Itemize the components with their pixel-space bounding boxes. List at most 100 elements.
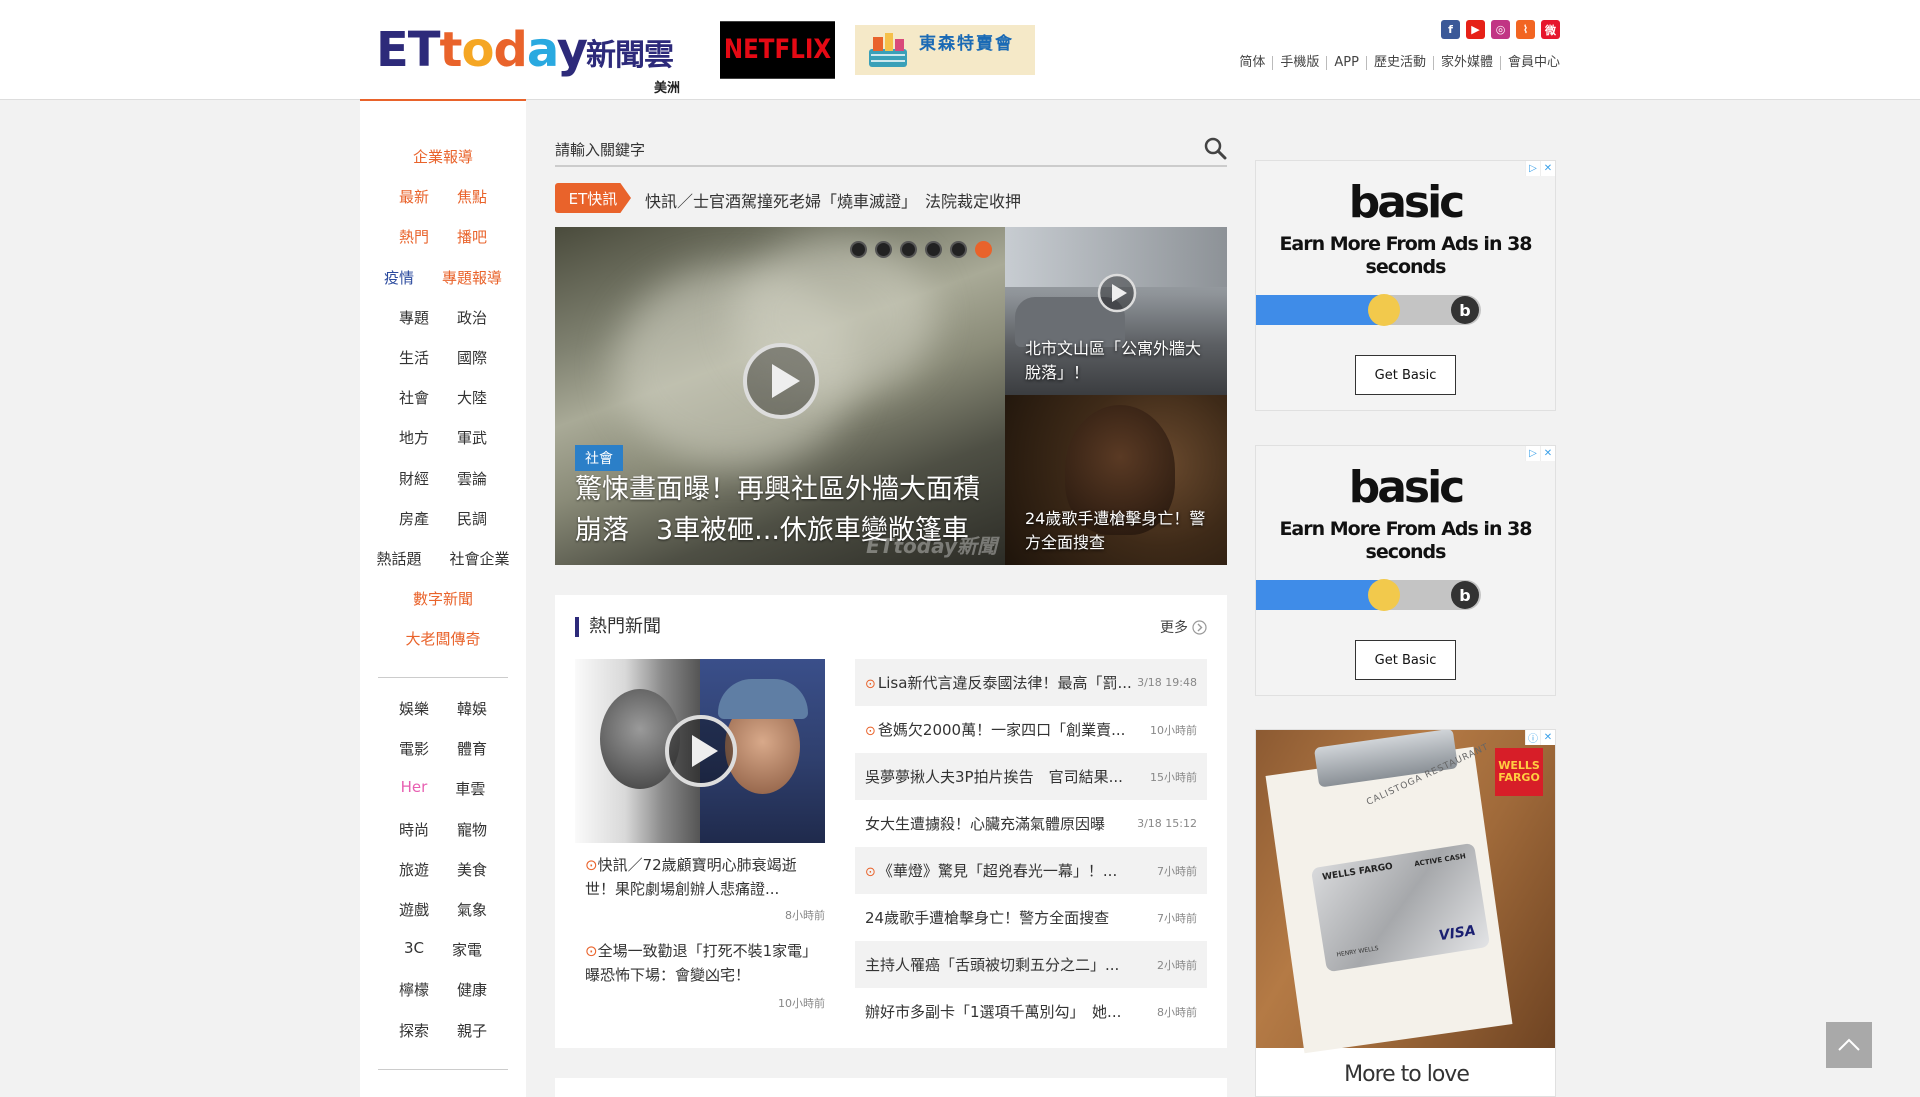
nav-item[interactable]: 疫情 (384, 267, 414, 288)
top-link[interactable]: 會員中心 (1499, 56, 1560, 70)
ticker-headline[interactable]: 快訊／士官酒駕撞死老婦「燒車滅證」 法院裁定收押 (645, 188, 1021, 212)
top-link[interactable]: 手機版 (1272, 56, 1326, 70)
nav-item[interactable]: 熱話題 (376, 548, 421, 569)
side-story-1[interactable]: 北市文山區「公寓外牆大脫落」！ (1005, 227, 1227, 395)
nav-item[interactable]: 最新 (399, 186, 429, 207)
hot-list-item[interactable]: 吳夢夢揪人夫3P拍片挨告 官司結果... 15小時前 (855, 753, 1207, 800)
more-link[interactable]: 更多 (1160, 617, 1207, 637)
nav-item[interactable]: 車雲 (455, 778, 485, 799)
nav-item[interactable]: 韓娛 (457, 698, 487, 719)
hot-list-item[interactable]: ⊙ 《華燈》驚見「超兇春光一幕」！... 7小時前 (855, 847, 1207, 894)
nav-item[interactable]: 氣象 (457, 899, 487, 920)
top-link[interactable]: 简体 (1232, 56, 1272, 70)
hero-category-tag[interactable]: 社會 (575, 445, 623, 471)
nav-item[interactable]: 國際 (457, 347, 487, 368)
nav-item[interactable]: 地方 (399, 427, 429, 448)
ettoday-logo[interactable]: ETtoday 新聞雲 (376, 22, 681, 78)
play-icon[interactable] (742, 342, 820, 420)
nav-item[interactable]: 大陸 (457, 387, 487, 408)
nav-item[interactable]: 生活 (399, 347, 429, 368)
nav-item[interactable]: 體育 (457, 738, 487, 759)
hot-story-time: 8小時前 (785, 909, 825, 922)
basic-logo-icon: b (1451, 296, 1479, 324)
nav-item[interactable]: 專題報導 (442, 267, 502, 288)
rss-icon[interactable]: ⌇ (1516, 20, 1535, 39)
hot-list-item[interactable]: 女大生遭擄殺！心臟充滿氣體原因曝 3/18 15:12 (855, 800, 1207, 847)
nav-item[interactable]: 熱門 (399, 226, 429, 247)
get-basic-button[interactable]: Get Basic (1355, 640, 1456, 680)
top-link[interactable]: 家外媒體 (1432, 56, 1500, 70)
back-to-top-button[interactable] (1826, 1022, 1872, 1068)
slide-dot[interactable] (950, 241, 967, 258)
play-icon[interactable] (663, 713, 739, 789)
youtube-icon[interactable]: ▶ (1466, 20, 1485, 39)
nav-item[interactable]: 檸檬 (399, 979, 429, 1000)
nav-row: 娛樂 韓娛 (360, 698, 526, 719)
nav-item[interactable]: 焦點 (457, 186, 487, 207)
top-link[interactable]: APP (1326, 56, 1366, 70)
nav-item[interactable]: 財經 (399, 468, 429, 489)
close-icon[interactable]: ✕ (1540, 446, 1555, 461)
slide-dot[interactable] (975, 241, 992, 258)
nav-item[interactable]: 軍武 (457, 427, 487, 448)
hot-list-item[interactable]: ⊙ Lisa新代言違反泰國法律！最高「罰... 3/18 19:48 (855, 659, 1207, 706)
netflix-banner[interactable]: NETFLIX (720, 21, 835, 79)
nav-item[interactable]: 健康 (457, 979, 487, 1000)
facebook-icon[interactable]: f (1441, 20, 1460, 39)
nav-item[interactable]: 旅遊 (399, 859, 429, 880)
nav-item[interactable]: 大老闆傳奇 (405, 628, 480, 649)
adchoices-icon[interactable]: ▷ (1525, 446, 1540, 461)
nav-item[interactable]: 親子 (457, 1020, 487, 1041)
play-icon[interactable] (1097, 273, 1137, 313)
basic-ad-1[interactable]: ▷ ✕ basic Earn More From Ads in 38 secon… (1255, 160, 1556, 411)
nav-item[interactable]: 房產 (399, 508, 429, 529)
nav-item[interactable]: 政治 (457, 307, 487, 328)
hot-list-item[interactable]: 辦好市多副卡「1選項千萬別勾」 她... 8小時前 (855, 988, 1207, 1035)
slide-dot[interactable] (900, 241, 917, 258)
nav-item[interactable]: 播吧 (457, 226, 487, 247)
tokyu-sale-banner[interactable]: 東森特賣會 (855, 25, 1035, 75)
hero-slide[interactable]: 社會 驚悚畫面曝！再興社區外牆大面積崩落 3車被砸...休旅車變敞篷車 ETto… (555, 227, 1005, 565)
nav-item[interactable]: 探索 (399, 1020, 429, 1041)
hot-news-image[interactable] (575, 659, 825, 843)
instagram-icon[interactable]: ◎ (1491, 20, 1510, 39)
nav-item[interactable]: 3C (404, 939, 424, 960)
nav-item[interactable]: 電影 (399, 738, 429, 759)
weibo-icon[interactable]: 微 (1541, 20, 1560, 39)
hot-list-item[interactable]: 24歲歌手遭槍擊身亡！警方全面搜查 7小時前 (855, 894, 1207, 941)
nav-item[interactable]: 民調 (457, 508, 487, 529)
nav-item[interactable]: Her (401, 778, 428, 799)
nav-row: 生活 國際 (360, 347, 526, 368)
wells-fargo-ad[interactable]: CALISTOGA RESTAURANT WELLS FARGO ACTIVE … (1255, 729, 1556, 1097)
hot-list-item[interactable]: ⊙ 爸媽欠2000萬！一家四口「創業賣... 10小時前 (855, 706, 1207, 753)
nav-item[interactable]: 雲論 (457, 468, 487, 489)
hot-list-item[interactable]: 主持人罹癌「舌頭被切剩五分之二」... 2小時前 (855, 941, 1207, 988)
nav-item[interactable]: 社會企業 (450, 548, 510, 569)
slide-dot[interactable] (875, 241, 892, 258)
adchoices-icon[interactable]: ▷ (1525, 161, 1540, 176)
basic-ad-2[interactable]: ▷ ✕ basic Earn More From Ads in 38 secon… (1255, 445, 1556, 696)
nav-item[interactable]: 專題 (399, 307, 429, 328)
search-input[interactable] (555, 137, 1185, 163)
nav-item[interactable]: 時尚 (399, 819, 429, 840)
slide-dot[interactable] (850, 241, 867, 258)
close-icon[interactable]: ✕ (1540, 161, 1555, 176)
nav-item[interactable]: 娛樂 (399, 698, 429, 719)
nav-item[interactable]: 寵物 (457, 819, 487, 840)
nav-item[interactable]: 美食 (457, 859, 487, 880)
nav-item[interactable]: 遊戲 (399, 899, 429, 920)
ad-headline: Earn More From Ads in 38 seconds (1279, 233, 1532, 278)
top-link[interactable]: 歷史活動 (1365, 56, 1433, 70)
nav-item[interactable]: 數字新聞 (413, 588, 473, 609)
nav-item[interactable]: 企業報導 (413, 146, 473, 167)
nav-item[interactable]: 家電 (452, 939, 482, 960)
search-icon[interactable] (1203, 136, 1227, 160)
side-story-2[interactable]: 24歲歌手遭槍擊身亡！警方全面搜查 (1005, 395, 1227, 565)
nav-item[interactable]: 社會 (399, 387, 429, 408)
slide-dot[interactable] (925, 241, 942, 258)
hot-story-2[interactable]: ⊙全場一致勸退「打死不裝1家電」 曝恐怖下場：會變凶宅！ (585, 939, 825, 987)
close-icon[interactable]: ✕ (1540, 730, 1555, 745)
get-basic-button[interactable]: Get Basic (1355, 355, 1456, 395)
adchoices-icon[interactable]: ⓘ (1525, 730, 1540, 745)
hot-story-1[interactable]: ⊙快訊／72歲顧寶明心肺衰竭逝世！果陀劇場創辦人悲痛證... (585, 853, 825, 901)
